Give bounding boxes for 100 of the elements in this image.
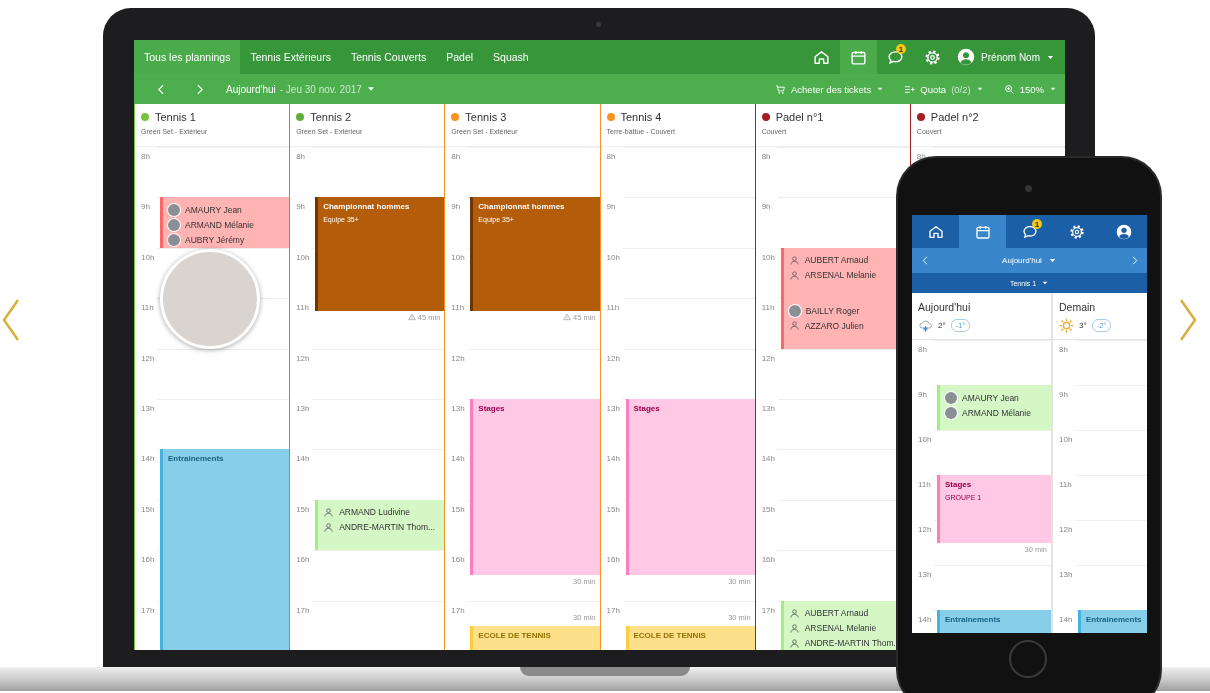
calendar-event[interactable]: Entrainements [1078, 610, 1147, 633]
tab[interactable]: Tennis Couverts [340, 40, 437, 74]
hour-label: 8h [760, 151, 772, 163]
messages-button[interactable]: 1 [877, 40, 915, 74]
calendar-event[interactable]: Entrainements [937, 610, 1051, 633]
hour-label: 14h [917, 614, 933, 626]
hour-label: 17h [295, 604, 311, 617]
participant-name: AUBRY Jérémy [185, 234, 245, 245]
participant-name: ARMAND Ludivine [339, 507, 411, 518]
hour-label: 15h [450, 503, 466, 516]
participant-name: BAILLY Roger [805, 305, 860, 316]
hour-label: 13h [917, 569, 933, 581]
hour-label: 8h [295, 151, 307, 163]
participant-name: ANDRE-MARTIN Thom... [339, 522, 436, 533]
participant-name: AMAURY Jean [185, 204, 242, 215]
snow-cloud-icon [918, 318, 933, 333]
date-selector[interactable]: Aujourd'hui - Jeu 30 nov. 2017 [226, 83, 376, 95]
hour-label: 10h [140, 251, 156, 264]
hour-label: 9h [140, 201, 151, 214]
hour-label: 8h [917, 344, 928, 356]
quota-button[interactable]: Quota (0/2) [904, 83, 984, 95]
event-title: Entrainements [1086, 615, 1142, 624]
hour-label: 13h [760, 402, 776, 415]
tab[interactable]: Padel [436, 40, 484, 74]
chevron-right-icon[interactable] [1177, 298, 1199, 342]
calendar-event[interactable]: AMAURY Jean ARMAND Mélanie AUBRY Jérémy [160, 197, 290, 248]
person-icon [788, 637, 800, 649]
calendar-event[interactable]: AUBERT Arnaud ARSENAL Melanie [780, 247, 897, 299]
hour-label: 11h [605, 302, 621, 315]
user-menu-button[interactable]: Prénom Nom [951, 40, 1065, 74]
calendar-event[interactable]: BAILLY Roger AZZARO Julien [780, 298, 897, 349]
event-title: Entrainements [168, 454, 225, 464]
list-plus-icon [904, 83, 916, 95]
temperature: 3° [1079, 321, 1087, 330]
court-name: Tennis 3 [465, 111, 507, 123]
hour-label: 11h [917, 479, 932, 491]
user-icon [1115, 223, 1132, 240]
day-label: Aujourd'hui [918, 301, 972, 313]
event-title: ECOLE DE TENNIS [478, 630, 552, 640]
calendar-event[interactable]: ECOLE DE TENNIS [625, 625, 755, 650]
zoom-level-button[interactable]: 150% [1003, 83, 1057, 95]
participant-name: AZZARO Julien [804, 320, 864, 331]
notification-badge: 1 [896, 44, 907, 54]
participant-name: AUBERT Arnaud [804, 255, 869, 266]
hour-label: 9h [760, 201, 772, 214]
avatar-placeholder [168, 233, 180, 246]
hour-label: 13h [450, 402, 466, 415]
avatar-placeholder [945, 391, 957, 404]
event-title: Entrainements [945, 615, 1002, 624]
calendar-event[interactable]: AMAURY Jean ARMAND Mélanie [937, 385, 1051, 430]
avatar-placeholder [168, 218, 180, 231]
calendar-event[interactable]: Stages [625, 399, 755, 576]
hour-label: 8h [450, 151, 462, 163]
hour-label: 16h [140, 554, 156, 567]
hour-label: 11h [1058, 479, 1073, 491]
participant-name: ARMAND Mélanie [962, 407, 1031, 418]
hour-label: 12h [450, 352, 466, 365]
home-icon [927, 223, 944, 240]
calendar-icon [974, 223, 991, 240]
sun-icon [1059, 318, 1074, 333]
court-name: Padel n°2 [930, 111, 979, 123]
calendar-event[interactable]: Entrainements [160, 449, 290, 650]
hour-label: 16h [760, 554, 776, 567]
chevron-left-icon[interactable] [0, 298, 22, 342]
hour-label: 16h [450, 554, 466, 567]
hour-label: 14h [605, 453, 621, 466]
calendar-event[interactable]: AUBERT Arnaud ARSENAL Melanie ANDRE-MARTIN Thom. [780, 600, 897, 650]
calendar-button[interactable] [959, 215, 1006, 248]
avatar-placeholder [945, 406, 957, 419]
calendar-button[interactable] [840, 40, 878, 74]
event-title: Stages [633, 404, 661, 413]
buy-tickets-button[interactable]: Acheter des tickets [775, 83, 885, 95]
avatar-placeholder [788, 304, 801, 317]
caret-icon [975, 85, 984, 93]
caret-icon [1041, 279, 1050, 287]
hour-label: 8h [605, 151, 617, 163]
person-icon [323, 506, 335, 518]
hour-label: 11h [450, 302, 466, 315]
event-title: Championnat hommes [478, 202, 566, 212]
court-name: Tennis 4 [620, 111, 662, 123]
tab[interactable]: Squash [483, 40, 539, 74]
tab[interactable]: Tous les plannings [134, 40, 241, 74]
event-title: Stages [478, 404, 506, 413]
court-name: Padel n°1 [775, 111, 824, 123]
tab[interactable]: Tennis Extérieurs [240, 40, 341, 74]
hour-label: 10h [1058, 434, 1074, 446]
messages-button[interactable]: 1 [1006, 215, 1053, 248]
hour-label: 8h [140, 151, 151, 163]
calendar-event[interactable]: Stages [470, 399, 600, 576]
hour-label: 12h [1058, 524, 1074, 536]
court-name: Tennis 1 [155, 111, 196, 123]
calendar-event[interactable]: ARMAND Ludivine ANDRE-MARTIN Thom... [315, 499, 445, 551]
hour-label: 16h [605, 554, 621, 567]
hour-label: 15h [295, 503, 311, 516]
hour-label: 17h [450, 604, 466, 617]
camera-dot [1025, 185, 1032, 192]
calendar-event[interactable]: ECOLE DE TENNIS [470, 625, 600, 650]
participant-name: ARSENAL Melanie [804, 623, 877, 634]
hour-label: 9h [605, 201, 617, 214]
notification-badge: 1 [1032, 219, 1042, 229]
